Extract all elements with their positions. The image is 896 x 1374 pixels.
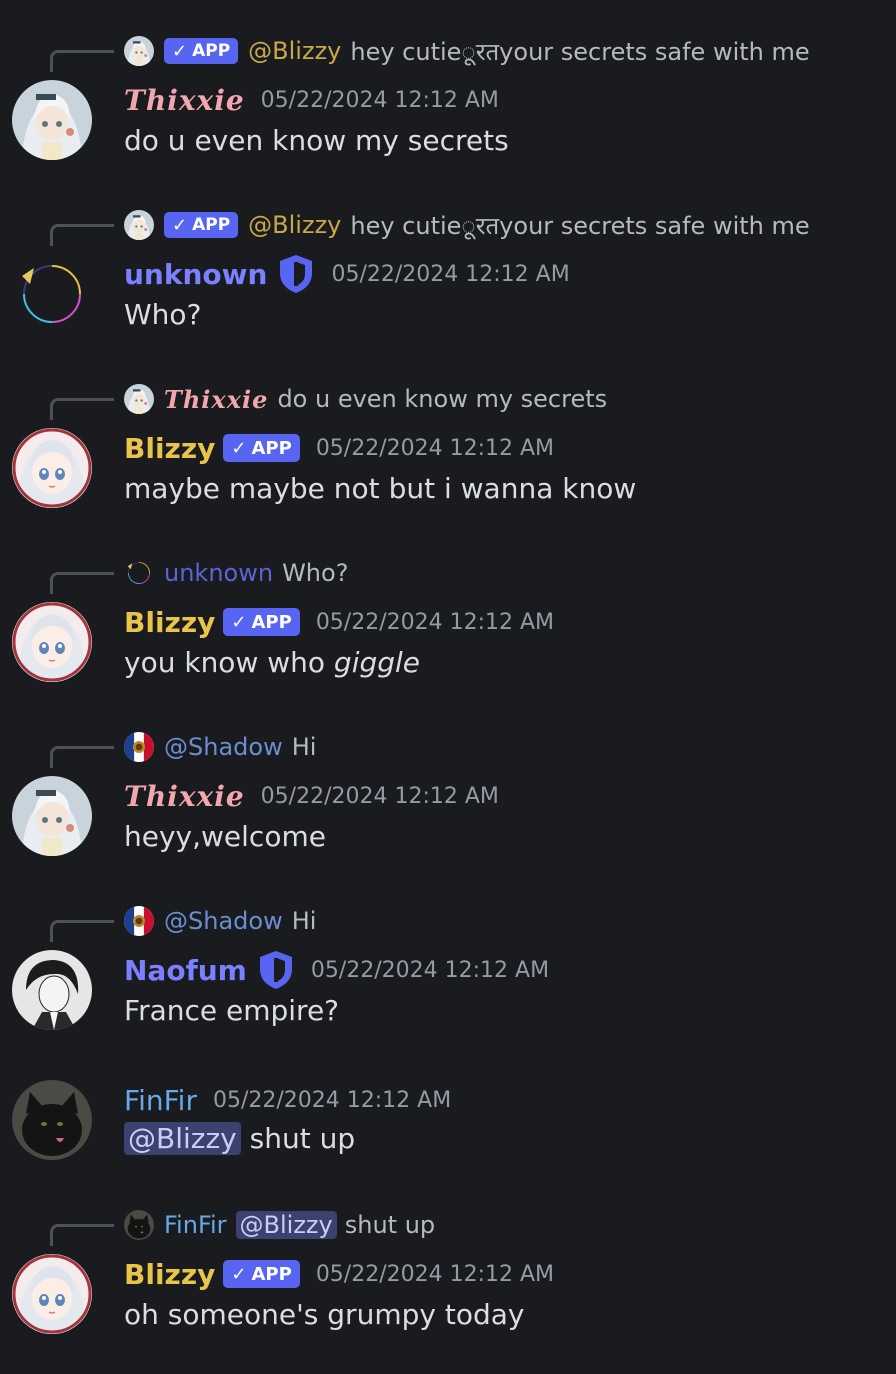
timestamp: 05/22/2024 12:12 AM (315, 609, 555, 635)
anime-girl-avatar-icon[interactable] (12, 776, 92, 856)
shield-icon (257, 949, 295, 991)
reply-spine (50, 224, 114, 246)
message-header: FinFir 05/22/2024 12:12 AM (124, 1080, 451, 1120)
reply-text: hey cutieूरतyour secrets safe with me (350, 211, 810, 240)
username[interactable]: Blizzy (124, 432, 215, 465)
app-badge: ✓ APP (223, 434, 300, 462)
reply-preview[interactable]: @Shadow Hi (124, 904, 316, 938)
check-icon: ✓ (231, 437, 247, 459)
reply-mention[interactable]: @Blizzy (235, 1211, 337, 1239)
app-badge: ✓ APP (164, 212, 239, 238)
black-cat-avatar-icon (124, 1210, 154, 1240)
anime-girl-avatar-icon (124, 210, 154, 240)
message-header: Naofum 05/22/2024 12:12 AM (124, 950, 549, 990)
timestamp: 05/22/2024 12:12 AM (331, 261, 570, 287)
reply-mention[interactable]: @Blizzy (248, 211, 341, 239)
reply-author[interactable]: FinFir (164, 1211, 227, 1239)
reply-text: shut up (344, 1211, 436, 1239)
timestamp: 05/22/2024 12:12 AM (260, 87, 499, 113)
flag-emblem-avatar-icon (124, 732, 154, 762)
reply-preview[interactable]: Thixxie do u even know my secrets (124, 382, 607, 416)
message-text: do u even know my secrets (124, 124, 509, 157)
reply-preview[interactable]: ✓ APP @Blizzy hey cutieूरतyour secrets sa… (124, 208, 810, 242)
app-badge: ✓ APP (223, 1260, 300, 1288)
message-text: Who? (124, 298, 202, 331)
reply-spine (50, 572, 114, 594)
reply-text: Hi (291, 733, 317, 761)
reply-preview[interactable]: @Shadow Hi (124, 730, 316, 764)
reply-author[interactable]: Thixxie (164, 385, 268, 414)
reply-preview[interactable]: FinFir @Blizzy shut up (124, 1208, 435, 1242)
reply-preview[interactable]: ✓ APP @Blizzy hey cutieूरतyour secrets sa… (124, 34, 810, 68)
app-badge: ✓ APP (223, 608, 300, 636)
message-header: Blizzy ✓ APP 05/22/2024 12:12 AM (124, 602, 554, 642)
manga-man-avatar-icon[interactable] (12, 950, 92, 1030)
reply-spine (50, 1224, 114, 1246)
username[interactable]: unknown (124, 258, 267, 291)
message-header: Blizzy ✓ APP 05/22/2024 12:12 AM (124, 1254, 554, 1294)
timestamp: 05/22/2024 12:12 AM (212, 1087, 452, 1113)
flag-emblem-avatar-icon (124, 906, 154, 936)
check-icon: ✓ (172, 214, 188, 236)
username[interactable]: Blizzy (124, 1258, 215, 1291)
username[interactable]: Thixxie (124, 84, 245, 117)
reply-spine (50, 50, 114, 72)
reply-spine (50, 398, 114, 420)
black-cat-avatar-icon[interactable] (12, 1080, 92, 1160)
reply-spine (50, 746, 114, 768)
check-icon: ✓ (231, 1263, 247, 1285)
ring-avatar-icon (124, 558, 154, 588)
username[interactable]: FinFir (124, 1084, 197, 1117)
message-header: Thixxie 05/22/2024 12:12 AM (124, 80, 499, 120)
anime-girl-avatar-icon[interactable] (12, 80, 92, 160)
reply-preview[interactable]: unknown Who? (124, 556, 348, 590)
reply-text: Who? (282, 559, 349, 587)
ring-avatar-icon[interactable] (12, 254, 92, 334)
reply-text: hey cutieूरतyour secrets safe with me (350, 37, 810, 66)
message-text: @Blizzy shut up (124, 1122, 355, 1155)
message-text: heyy,welcome (124, 820, 326, 853)
message-text: oh someone's grumpy today (124, 1298, 525, 1331)
check-icon: ✓ (231, 611, 247, 633)
reply-author[interactable]: @Shadow (164, 907, 283, 935)
timestamp: 05/22/2024 12:12 AM (260, 783, 499, 809)
chat-log: ✓ APP @Blizzy hey cutieूरतyour secrets sa… (0, 0, 896, 1374)
timestamp: 05/22/2024 12:12 AM (310, 957, 550, 983)
reply-author[interactable]: @Shadow (164, 733, 283, 761)
anime-girl-avatar-icon (124, 384, 154, 414)
white-hair-girl-avatar-icon[interactable] (12, 1254, 92, 1334)
timestamp: 05/22/2024 12:12 AM (315, 435, 555, 461)
username[interactable]: Blizzy (124, 606, 215, 639)
check-icon: ✓ (172, 40, 188, 62)
anime-girl-avatar-icon (124, 36, 154, 66)
user-mention[interactable]: @Blizzy (124, 1122, 241, 1155)
username[interactable]: Thixxie (124, 780, 245, 813)
message-text: maybe maybe not but i wanna know (124, 472, 637, 505)
shield-icon (277, 253, 315, 295)
reply-text: Hi (291, 907, 317, 935)
message-header: unknown 05/22/2024 12:12 AM (124, 254, 570, 294)
reply-spine (50, 920, 114, 942)
message-text: France empire? (124, 994, 340, 1027)
white-hair-girl-avatar-icon[interactable] (12, 602, 92, 682)
reply-mention[interactable]: @Blizzy (248, 37, 341, 65)
message-text: you know who giggle (124, 646, 421, 679)
message-header: Thixxie 05/22/2024 12:12 AM (124, 776, 499, 816)
message-header: Blizzy ✓ APP 05/22/2024 12:12 AM (124, 428, 554, 468)
reply-text: do u even know my secrets (277, 385, 608, 413)
username[interactable]: Naofum (124, 954, 247, 987)
timestamp: 05/22/2024 12:12 AM (315, 1261, 555, 1287)
white-hair-girl-avatar-icon[interactable] (12, 428, 92, 508)
reply-author[interactable]: unknown (164, 559, 273, 587)
app-badge: ✓ APP (164, 38, 239, 64)
